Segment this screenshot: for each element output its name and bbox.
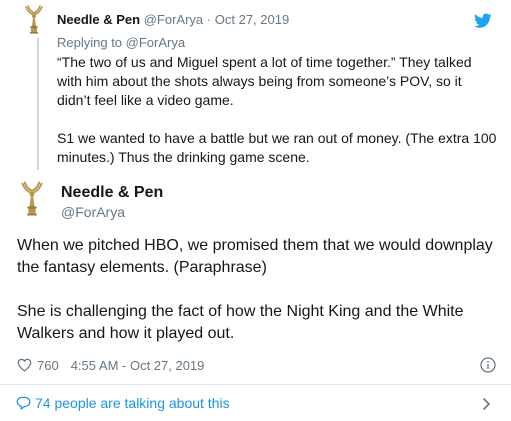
embedded-tweet-card: Needle & Pen @ForArya · Oct 27, 2019 Rep… <box>0 0 511 421</box>
emmy-statuette-icon[interactable] <box>17 180 47 216</box>
parent-tweet-paragraph: “The two of us and Miguel spent a lot of… <box>57 54 472 108</box>
main-author-handle[interactable]: @ForArya <box>61 204 125 220</box>
parent-tweet-date[interactable]: Oct 27, 2019 <box>215 12 289 27</box>
replying-to-handle[interactable]: @ForArya <box>126 35 185 50</box>
twitter-bird-icon[interactable] <box>474 13 492 29</box>
main-tweet-paragraph: When we pitched HBO, we promised them th… <box>17 237 493 276</box>
main-tweet-text: When we pitched HBO, we promised them th… <box>17 235 497 345</box>
speech-bubble-icon <box>16 396 31 410</box>
main-author-name[interactable]: Needle & Pen <box>61 184 163 202</box>
replying-to-line: Replying to @ForArya <box>57 35 185 50</box>
parent-tweet-text: “The two of us and Miguel spent a lot of… <box>57 53 497 167</box>
heart-icon[interactable] <box>17 358 32 372</box>
replying-to-label: Replying to <box>57 35 123 50</box>
conversation-link[interactable]: 74 people are talking about this <box>0 385 511 421</box>
parent-author-handle[interactable]: @ForArya <box>144 12 203 27</box>
parent-tweet-paragraph: S1 we wanted to have a battle but we ran… <box>57 130 497 165</box>
parent-tweet-header: Needle & Pen @ForArya · Oct 27, 2019 <box>57 12 289 27</box>
chevron-right-icon[interactable] <box>482 397 491 411</box>
parent-author-name[interactable]: Needle & Pen <box>57 12 140 27</box>
conversation-count-label[interactable]: 74 people are talking about this <box>35 395 230 411</box>
info-icon[interactable] <box>480 357 496 373</box>
tweet-timestamp[interactable]: 4:55 AM - Oct 27, 2019 <box>71 358 205 373</box>
header-separator: · <box>206 12 212 27</box>
emmy-statuette-icon[interactable] <box>22 4 46 34</box>
tweet-meta-row: 760 4:55 AM - Oct 27, 2019 <box>17 356 204 374</box>
main-tweet-paragraph: She is challenging the fact of how the N… <box>17 303 464 342</box>
like-count[interactable]: 760 <box>37 358 59 373</box>
thread-connector-line <box>37 38 39 170</box>
parent-tweet[interactable]: Needle & Pen @ForArya · Oct 27, 2019 Rep… <box>0 0 511 170</box>
